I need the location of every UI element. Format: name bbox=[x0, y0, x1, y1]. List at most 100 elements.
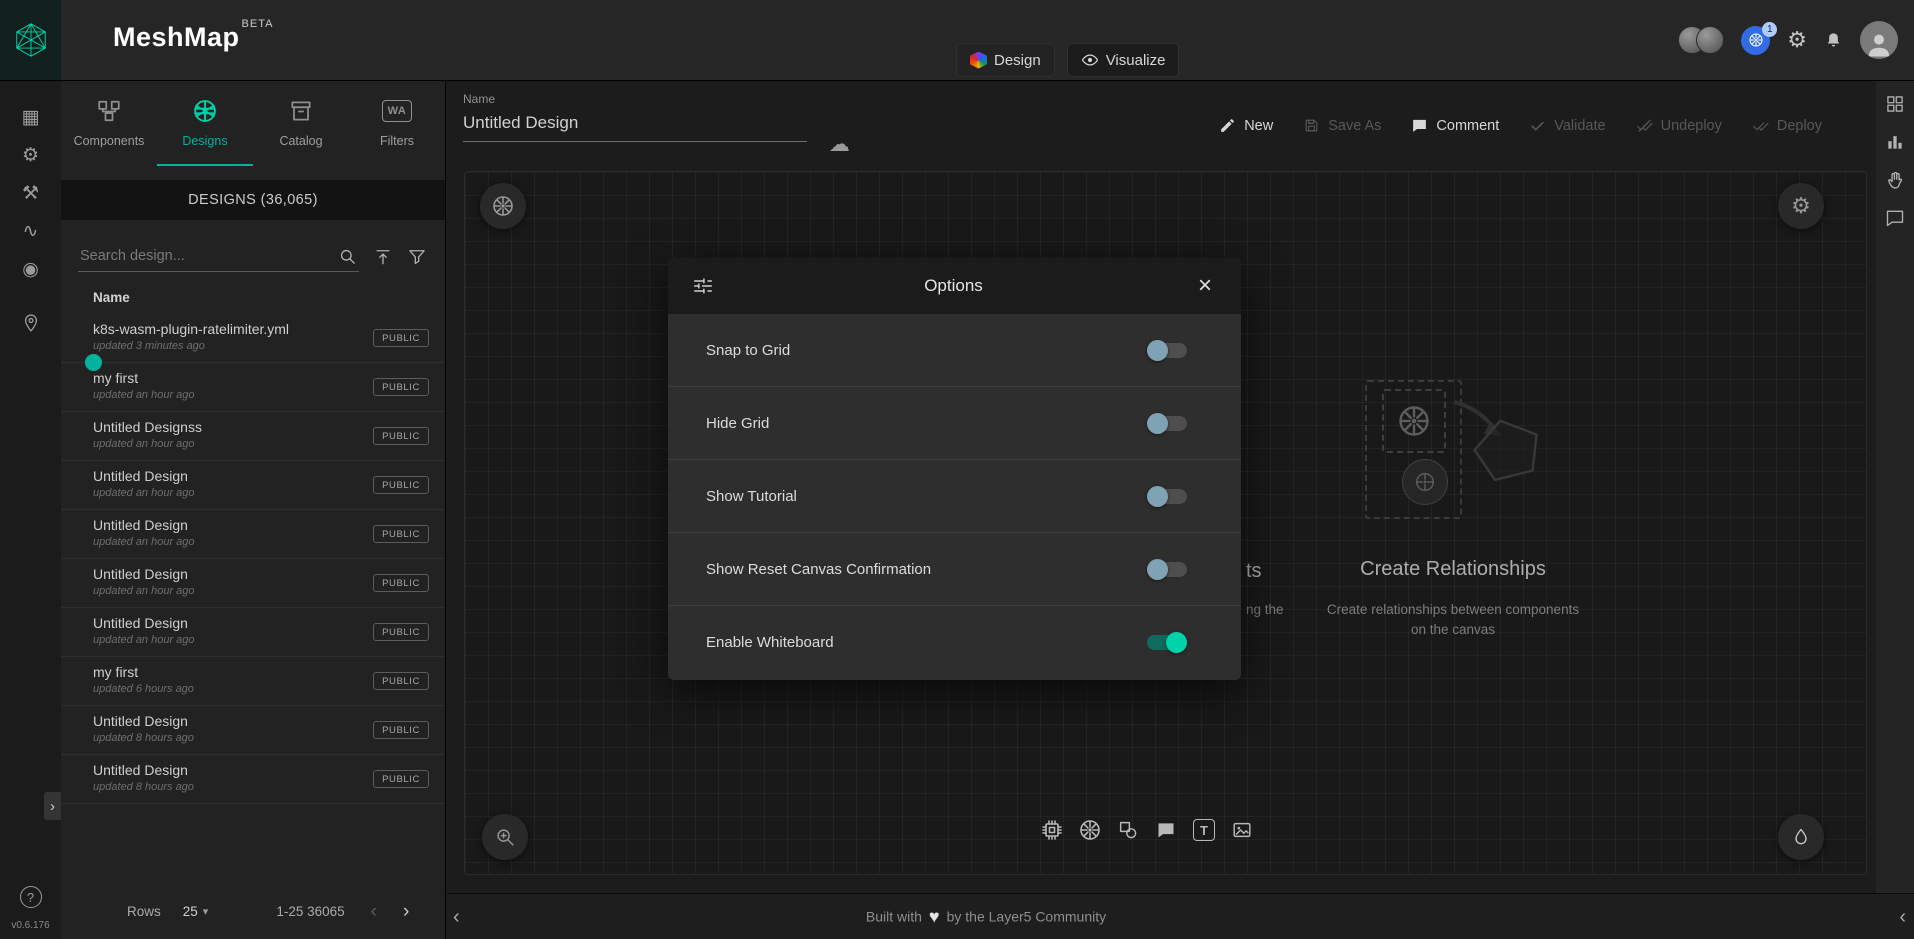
canvas-settings-button[interactable]: ⚙ bbox=[1778, 183, 1824, 229]
option-row: Snap to Grid bbox=[668, 314, 1241, 387]
toggle-enable-whiteboard[interactable] bbox=[1147, 635, 1187, 650]
nav-visualize-label: Visualize bbox=[1106, 52, 1166, 69]
tab-designs[interactable]: Designs bbox=[157, 80, 253, 166]
whiteboard-pen-button[interactable] bbox=[1778, 814, 1824, 860]
comment-button[interactable]: Comment bbox=[1411, 117, 1499, 134]
zoom-button[interactable] bbox=[482, 814, 528, 860]
design-name-input[interactable]: Untitled Design bbox=[463, 106, 807, 142]
design-list-item[interactable]: Untitled Design updated 8 hours ago PUBL… bbox=[61, 755, 445, 804]
option-label: Show Tutorial bbox=[706, 488, 797, 505]
tab-label: Components bbox=[74, 134, 145, 148]
footer-text-suffix: by the Layer5 Community bbox=[947, 909, 1107, 925]
tab-components[interactable]: Components bbox=[61, 80, 157, 166]
close-icon[interactable]: × bbox=[1193, 274, 1217, 298]
save-as-button[interactable]: Save As bbox=[1303, 117, 1381, 134]
deploy-button[interactable]: Deploy bbox=[1752, 117, 1822, 134]
user-avatar[interactable] bbox=[1860, 21, 1898, 59]
options-dialog-header: Options × bbox=[668, 258, 1241, 314]
design-list-item[interactable]: Untitled Designss updated an hour ago PU… bbox=[61, 412, 445, 461]
design-list-item[interactable]: my first updated an hour ago PUBLIC bbox=[61, 363, 445, 412]
app-header: MeshMapBETA Design Visualize 1 ⚙ bbox=[0, 0, 1914, 80]
collapse-left-icon[interactable]: ‹ bbox=[453, 907, 460, 927]
toggle-hide-grid[interactable] bbox=[1147, 416, 1187, 431]
tab-catalog[interactable]: Catalog bbox=[253, 80, 349, 166]
help-button[interactable]: ? bbox=[20, 886, 42, 908]
tool-modules-button[interactable] bbox=[1038, 816, 1066, 844]
dock-hand-button[interactable] bbox=[1883, 168, 1907, 192]
design-name: my first bbox=[93, 370, 363, 386]
filter-funnel-icon[interactable] bbox=[407, 247, 427, 267]
meshmap-pin-icon[interactable] bbox=[14, 304, 48, 342]
action-label: New bbox=[1244, 118, 1273, 134]
kubernetes-context-button[interactable]: 1 bbox=[1741, 26, 1770, 55]
tab-filters[interactable]: WA Filters bbox=[349, 80, 445, 166]
design-mode-icon bbox=[970, 52, 987, 69]
nav-design-button[interactable]: Design bbox=[956, 43, 1055, 77]
designs-list: k8s-wasm-plugin-ratelimiter.yml updated … bbox=[61, 314, 445, 804]
canvas-kubernetes-button[interactable] bbox=[480, 183, 526, 229]
design-list-item[interactable]: Untitled Design updated an hour ago PUBL… bbox=[61, 608, 445, 657]
cloud-saved-icon: ☁ bbox=[829, 132, 850, 157]
visibility-badge: PUBLIC bbox=[373, 574, 429, 592]
designs-count-header: DESIGNS (36,065) bbox=[61, 180, 445, 220]
search-input[interactable] bbox=[78, 242, 359, 272]
tool-comment-button[interactable] bbox=[1152, 816, 1180, 844]
rows-per-page-select[interactable]: 25 ▾ bbox=[183, 904, 209, 919]
notifications-bell-icon[interactable] bbox=[1824, 31, 1843, 50]
toggle-knob bbox=[1166, 632, 1187, 653]
conformance-icon[interactable]: ◉ bbox=[14, 250, 48, 288]
new-design-button[interactable]: New bbox=[1219, 117, 1273, 134]
action-label: Validate bbox=[1554, 118, 1605, 134]
layer5-logo[interactable] bbox=[0, 0, 61, 80]
import-design-icon[interactable] bbox=[373, 247, 393, 267]
dock-comment-button[interactable] bbox=[1883, 206, 1907, 230]
toolkit-icon[interactable]: ⚒ bbox=[14, 174, 48, 212]
design-list-item[interactable]: my first updated 6 hours ago PUBLIC bbox=[61, 657, 445, 706]
next-page-button[interactable]: › bbox=[403, 902, 409, 921]
design-name: Untitled Designss bbox=[93, 419, 363, 435]
validate-button[interactable]: Validate bbox=[1529, 117, 1605, 134]
dock-chart-button[interactable] bbox=[1883, 130, 1907, 154]
performance-icon[interactable]: ∿ bbox=[14, 212, 48, 250]
design-list-item[interactable]: Untitled Design updated 8 hours ago PUBL… bbox=[61, 706, 445, 755]
design-name: Untitled Design bbox=[93, 615, 363, 631]
designs-icon bbox=[191, 96, 219, 126]
tool-image-button[interactable] bbox=[1228, 816, 1256, 844]
main-area: Name Untitled Design ☁ New Save As bbox=[447, 80, 1914, 939]
action-label: Comment bbox=[1436, 118, 1499, 134]
search-icon[interactable] bbox=[338, 247, 357, 266]
beta-badge: BETA bbox=[242, 18, 274, 30]
toggle-snap-to-grid[interactable] bbox=[1147, 343, 1187, 358]
dashboard-icon[interactable]: ▦ bbox=[14, 98, 48, 136]
footer-text-prefix: Built with bbox=[866, 909, 922, 925]
lifecycle-gear-icon[interactable]: ⚙ bbox=[14, 136, 48, 174]
settings-gear-icon[interactable]: ⚙ bbox=[1787, 29, 1807, 51]
panel-collapse-handle[interactable]: › bbox=[44, 792, 61, 820]
components-icon bbox=[96, 96, 122, 126]
design-list-item[interactable]: Untitled Design updated an hour ago PUBL… bbox=[61, 461, 445, 510]
collaborator-avatar[interactable] bbox=[1696, 26, 1724, 54]
tool-shapes-button[interactable] bbox=[1114, 816, 1142, 844]
design-name: Untitled Design bbox=[93, 713, 363, 729]
previous-page-button[interactable]: ‹ bbox=[371, 902, 377, 921]
visibility-badge: PUBLIC bbox=[373, 672, 429, 690]
panel-tabs: Components Designs Catalog WA Filters bbox=[61, 80, 445, 166]
designs-panel: Components Designs Catalog WA Filters DE… bbox=[61, 80, 446, 939]
toggle-show-tutorial[interactable] bbox=[1147, 489, 1187, 504]
tool-kubernetes-button[interactable] bbox=[1076, 816, 1104, 844]
dock-grid-button[interactable] bbox=[1883, 92, 1907, 116]
toggle-show-reset-canvas-confirmation[interactable] bbox=[1147, 562, 1187, 577]
design-list-item[interactable]: Untitled Design updated an hour ago PUBL… bbox=[61, 559, 445, 608]
page-title: MeshMapBETA bbox=[113, 22, 273, 53]
check-icon bbox=[1529, 117, 1546, 134]
rows-per-page-label: Rows bbox=[127, 904, 161, 919]
toggle-knob bbox=[1147, 413, 1168, 434]
tool-text-button[interactable]: T bbox=[1190, 816, 1218, 844]
option-label: Enable Whiteboard bbox=[706, 634, 834, 651]
collapse-right-icon[interactable]: ‹ bbox=[1899, 907, 1906, 927]
design-name-label: Name bbox=[463, 92, 807, 106]
design-list-item[interactable]: Untitled Design updated an hour ago PUBL… bbox=[61, 510, 445, 559]
design-list-item[interactable]: k8s-wasm-plugin-ratelimiter.yml updated … bbox=[61, 314, 445, 363]
nav-visualize-button[interactable]: Visualize bbox=[1067, 43, 1180, 77]
undeploy-button[interactable]: Undeploy bbox=[1636, 117, 1722, 134]
